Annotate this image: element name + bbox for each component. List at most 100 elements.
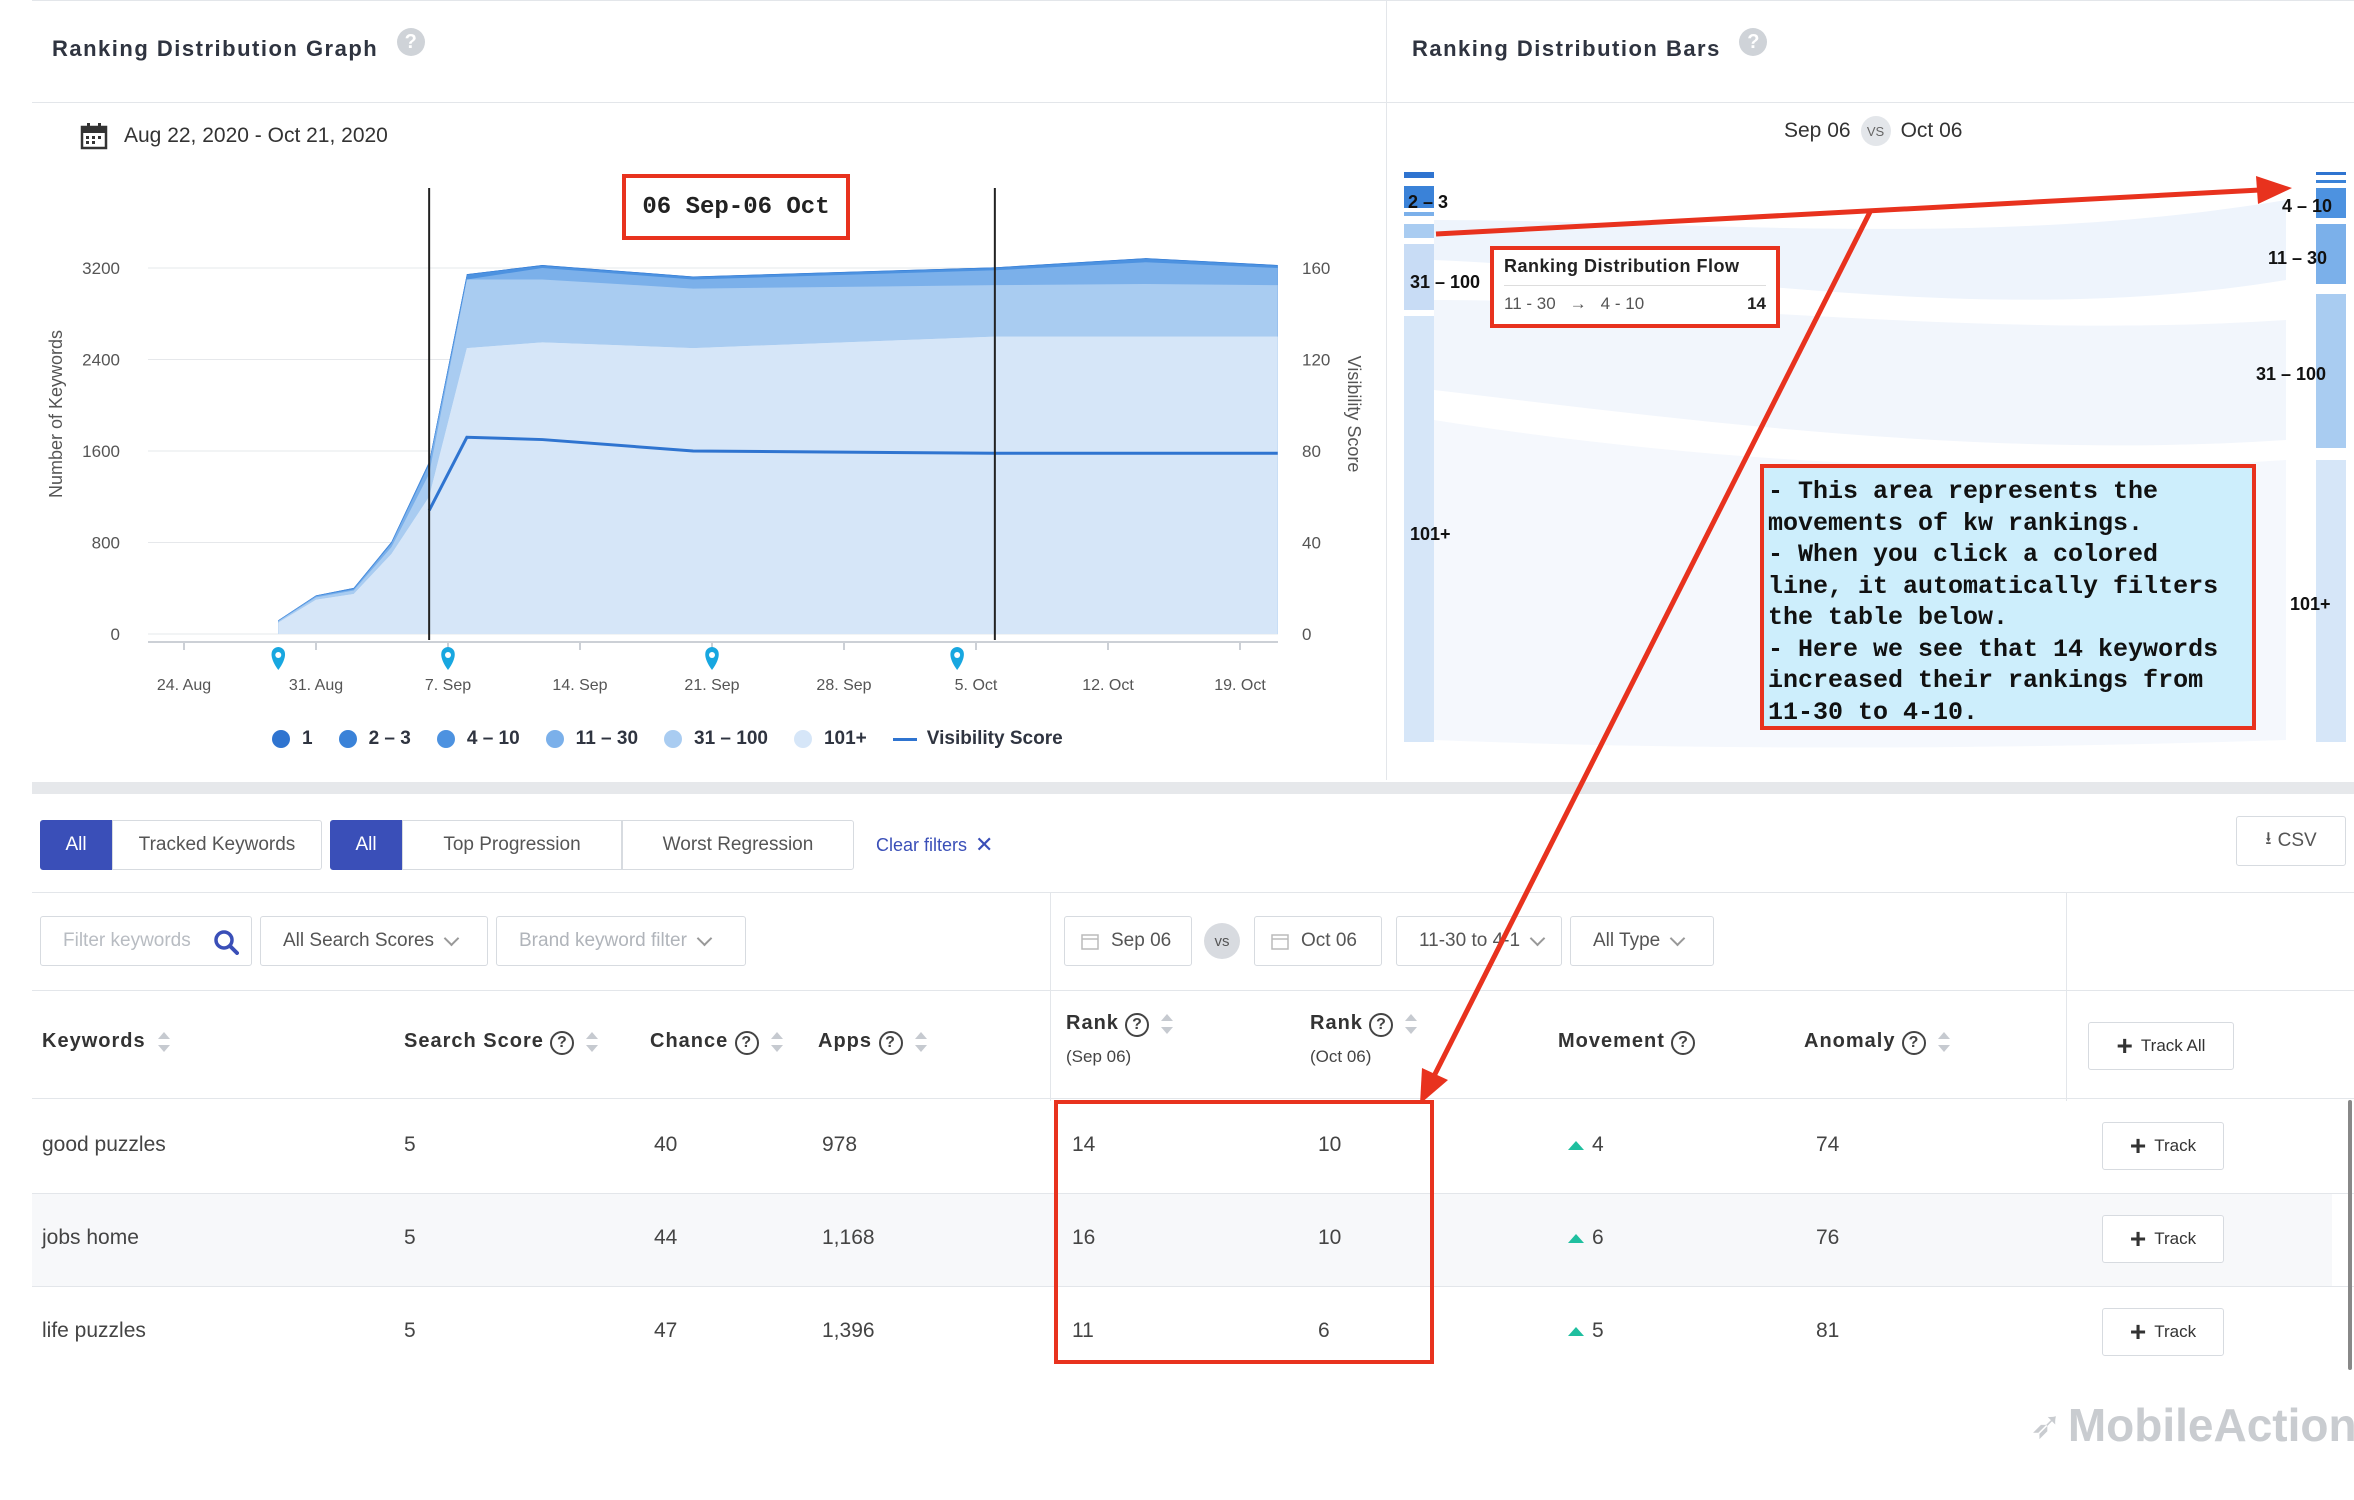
anomaly-cell: 81 — [1816, 1319, 1840, 1342]
help-icon[interactable]: ? — [1671, 1031, 1696, 1055]
map-pin-icon[interactable] — [705, 647, 719, 670]
header-row-divider — [32, 1098, 2354, 1099]
legend-label: 31 – 100 — [694, 728, 768, 749]
filter-tracked-keywords-button[interactable]: Tracked Keywords — [112, 820, 322, 870]
bars-panel-title: Ranking Distribution Bars — [1412, 36, 1721, 61]
bars-date-compare: Sep 06 VS Oct 06 — [1784, 116, 1962, 146]
movement-filter-select[interactable]: 11-30 to 4-1 — [1396, 916, 1562, 966]
legend-item[interactable]: 4 – 10 — [436, 728, 520, 750]
scrollbar[interactable] — [2348, 1100, 2352, 1370]
date-from-value: Sep 06 — [1111, 930, 1172, 951]
track-button[interactable]: + Track — [2102, 1122, 2224, 1170]
sort-icon — [584, 1031, 599, 1053]
clear-filters-link[interactable]: Clear filters ✕ — [876, 832, 993, 858]
help-icon[interactable]: ? — [1902, 1031, 1927, 1055]
legend-label: 101+ — [823, 728, 867, 749]
plus-icon: + — [2129, 1316, 2147, 1347]
date-to-picker[interactable]: Oct 06 — [1254, 916, 1382, 966]
right-bar-1[interactable] — [2316, 172, 2346, 175]
search-score-column-header[interactable]: Search Score ? — [404, 1030, 599, 1055]
left-bar-11-30[interactable] — [1404, 224, 1434, 238]
chance-cell: 47 — [654, 1319, 678, 1342]
filter-row-divider — [32, 990, 2354, 991]
y2-axis-title: Visibility Score — [1344, 356, 1364, 473]
legend-item[interactable]: Visibility Score — [892, 728, 1063, 750]
right-bar-label: 101+ — [2290, 594, 2331, 614]
y2-tick-label: 80 — [1302, 442, 1321, 461]
y-tick-label: 0 — [111, 625, 120, 644]
right-bar-2-3[interactable] — [2316, 180, 2346, 183]
movement-cell: 4 — [1568, 1133, 1604, 1157]
legend-swatch — [545, 730, 564, 748]
search-scores-select[interactable]: All Search Scores — [260, 916, 488, 966]
sort-icon — [1159, 1013, 1174, 1035]
keywords-column-header[interactable]: Keywords — [42, 1030, 170, 1053]
y-tick-label: 1600 — [82, 442, 120, 461]
help-icon[interactable]: ? — [1369, 1013, 1394, 1037]
legend-item[interactable]: 1 — [272, 728, 313, 750]
x-tick-label: 31. Aug — [289, 677, 343, 694]
bars-date-to: Oct 06 — [1900, 119, 1963, 142]
map-pin-icon[interactable] — [950, 647, 964, 670]
keyword-cell: jobs home — [42, 1226, 139, 1249]
map-pin-icon[interactable] — [271, 647, 286, 670]
movement-value: 6 — [1592, 1226, 1604, 1249]
track-all-button[interactable]: + Track All — [2088, 1022, 2234, 1070]
legend-item[interactable]: 31 – 100 — [664, 728, 768, 750]
track-button[interactable]: + Track — [2102, 1308, 2224, 1356]
rank-sep-column-header[interactable]: Rank ? (Sep 06) — [1066, 1012, 1174, 1067]
worst-regression-button[interactable]: Worst Regression — [622, 820, 854, 870]
map-pin-icon[interactable] — [441, 647, 455, 670]
keyword-filter-input[interactable]: Filter keywords — [40, 916, 252, 966]
track-all-label: Track All — [2140, 1036, 2206, 1055]
legend-item[interactable]: 101+ — [793, 728, 867, 750]
help-icon[interactable]: ? — [878, 1031, 903, 1055]
plus-icon: + — [2129, 1223, 2147, 1254]
sort-icon — [1936, 1031, 1951, 1053]
rank-sep-header-label: Rank — [1066, 1012, 1119, 1034]
keywords-header-label: Keywords — [42, 1030, 146, 1052]
brand-keyword-select[interactable]: Brand keyword filter — [496, 916, 746, 966]
movement-cell: 6 — [1568, 1226, 1604, 1250]
type-filter-select[interactable]: All Type — [1570, 916, 1714, 966]
y-axis-title: Number of Keywords — [46, 330, 66, 498]
apps-header-label: Apps — [818, 1030, 872, 1052]
movement-value: 5 — [1592, 1319, 1604, 1342]
chart-legend: 1 2 – 3 4 – 10 11 – 30 31 – 100 101+ Visibilit… — [272, 728, 1089, 750]
legend-item[interactable]: 2 – 3 — [338, 728, 411, 750]
legend-label: 4 – 10 — [466, 728, 520, 749]
progression-all-button[interactable]: All — [330, 820, 402, 870]
legend-swatch — [436, 730, 455, 748]
top-progression-button[interactable]: Top Progression — [402, 820, 622, 870]
filter-all-button[interactable]: All — [40, 820, 112, 870]
rank-sep-subheader: (Sep 06) — [1066, 1047, 1132, 1066]
rank-highlight-box — [1054, 1100, 1434, 1364]
brand-keyword-value: Brand keyword filter — [519, 930, 687, 951]
legend-item[interactable]: 11 – 30 — [545, 728, 638, 750]
watermark-text: MobileAction — [2067, 1399, 2354, 1451]
flow-to: 4 - 10 — [1600, 294, 1645, 313]
help-icon[interactable]: ? — [1739, 28, 1768, 56]
movement-header-label: Movement — [1558, 1030, 1665, 1052]
track-button[interactable]: + Track — [2102, 1215, 2224, 1263]
rank-oct-column-header[interactable]: Rank ? (Oct 06) — [1310, 1012, 1418, 1067]
ranking-distribution-chart: 3200 2400 1600 800 0 160 120 80 40 0 24. Aug 31. Au… — [46, 188, 1364, 694]
csv-export-button[interactable]: ⭳ CSV — [2236, 816, 2346, 866]
anomaly-column-header[interactable]: Anomaly ? — [1804, 1030, 1951, 1055]
chevron-down-icon — [696, 930, 713, 946]
date-from-picker[interactable]: Sep 06 — [1064, 916, 1192, 966]
help-icon[interactable]: ? — [550, 1031, 575, 1055]
vs-badge: vs — [1204, 923, 1240, 959]
rocket-icon: ➶ — [2030, 1404, 2062, 1447]
help-icon[interactable]: ? — [734, 1031, 759, 1055]
y2-tick-label: 120 — [1302, 351, 1330, 370]
anomaly-cell: 74 — [1816, 1133, 1840, 1156]
right-bar-label: 4 – 10 — [2282, 196, 2333, 216]
filters-divider — [32, 892, 2354, 893]
chance-column-header[interactable]: Chance ? — [650, 1030, 783, 1055]
left-bar-1[interactable] — [1404, 172, 1434, 178]
date-annotation-box: 06 Sep-06 Oct — [622, 174, 850, 240]
movement-cell: 5 — [1568, 1319, 1604, 1343]
apps-column-header[interactable]: Apps ? — [818, 1030, 927, 1055]
help-icon[interactable]: ? — [1125, 1013, 1150, 1037]
